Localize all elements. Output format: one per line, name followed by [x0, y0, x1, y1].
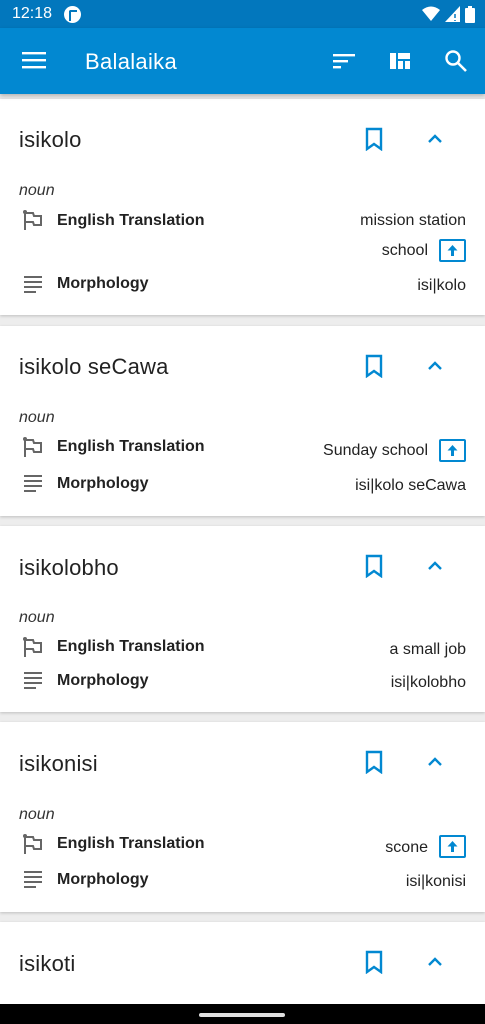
signal-icon [445, 6, 460, 22]
chevron-up-icon[interactable] [424, 558, 446, 574]
arrow-up-icon [447, 245, 458, 256]
status-time: 12:18 [12, 5, 53, 22]
chevron-up-icon[interactable] [424, 754, 446, 770]
arrow-up-icon [447, 445, 458, 456]
notes-icon [24, 672, 42, 689]
menu-icon[interactable] [22, 50, 46, 70]
flag-icon [23, 637, 42, 657]
translation-label: English Translation [57, 438, 205, 455]
morphology-value: isi|konisi [405, 873, 466, 890]
wifi-icon [422, 6, 440, 21]
search-icon[interactable] [443, 48, 469, 74]
translation-value: school [381, 242, 428, 259]
morphology-value: isi|kolo seCawa [355, 477, 466, 494]
bookmark-icon[interactable] [363, 554, 385, 578]
translation-value: a small job [389, 641, 466, 658]
status-icons [422, 5, 475, 23]
bookmark-icon[interactable] [363, 354, 385, 378]
flag-icon [23, 834, 42, 854]
translation-value: Sunday school [323, 442, 428, 459]
flag-icon [23, 437, 42, 457]
arrow-up-icon [447, 841, 458, 852]
morphology-label: Morphology [57, 275, 149, 292]
chevron-up-icon[interactable] [424, 954, 446, 970]
bookmark-icon[interactable] [363, 127, 385, 151]
entry-card: isikolo seCawa noun English Translation … [0, 326, 485, 516]
translation-label: English Translation [57, 638, 205, 655]
flag-icon [23, 210, 42, 230]
upload-button[interactable] [439, 239, 466, 262]
upload-button[interactable] [439, 439, 466, 462]
notes-icon [24, 871, 42, 888]
translation-label: English Translation [57, 212, 205, 229]
notes-icon [24, 475, 42, 492]
translation-value: scone [385, 839, 428, 856]
entry-card: isikolobho noun English Translation a sm… [0, 526, 485, 712]
morphology-value: isi|kolobho [390, 674, 466, 691]
entry-card: isikonisi noun English Translation scone… [0, 722, 485, 912]
home-gesture-handle[interactable] [199, 1013, 285, 1017]
notes-icon [24, 276, 42, 293]
morphology-label: Morphology [57, 672, 149, 689]
part-of-speech: noun [19, 609, 55, 626]
part-of-speech: noun [19, 182, 55, 199]
bookmark-icon[interactable] [363, 950, 385, 974]
part-of-speech: noun [19, 409, 55, 426]
translation-value: mission station [360, 212, 466, 229]
status-bar: 12:18 [0, 0, 485, 28]
sort-icon[interactable] [331, 48, 357, 74]
notification-app-icon [64, 6, 81, 23]
app-bar: Balalaika [0, 28, 485, 94]
morphology-label: Morphology [57, 871, 149, 888]
entry-word: isikolo seCawa [19, 354, 169, 379]
upload-button[interactable] [439, 835, 466, 858]
app-title: Balalaika [85, 49, 177, 74]
bookmark-icon[interactable] [363, 750, 385, 774]
battery-icon [465, 5, 475, 23]
part-of-speech: noun [19, 806, 55, 823]
chevron-up-icon[interactable] [424, 131, 446, 147]
entry-word: isikonisi [19, 751, 98, 776]
entry-card: isikolo noun English Translation mission… [0, 99, 485, 315]
chevron-up-icon[interactable] [424, 358, 446, 374]
entry-word: isikolobho [19, 555, 119, 580]
entry-word: isikoti [19, 951, 76, 976]
morphology-label: Morphology [57, 475, 149, 492]
entry-word: isikolo [19, 127, 82, 152]
view-quilt-icon[interactable] [387, 48, 413, 74]
morphology-value: isi|kolo [417, 277, 466, 294]
translation-label: English Translation [57, 835, 205, 852]
entry-card: isikoti [0, 922, 485, 1012]
